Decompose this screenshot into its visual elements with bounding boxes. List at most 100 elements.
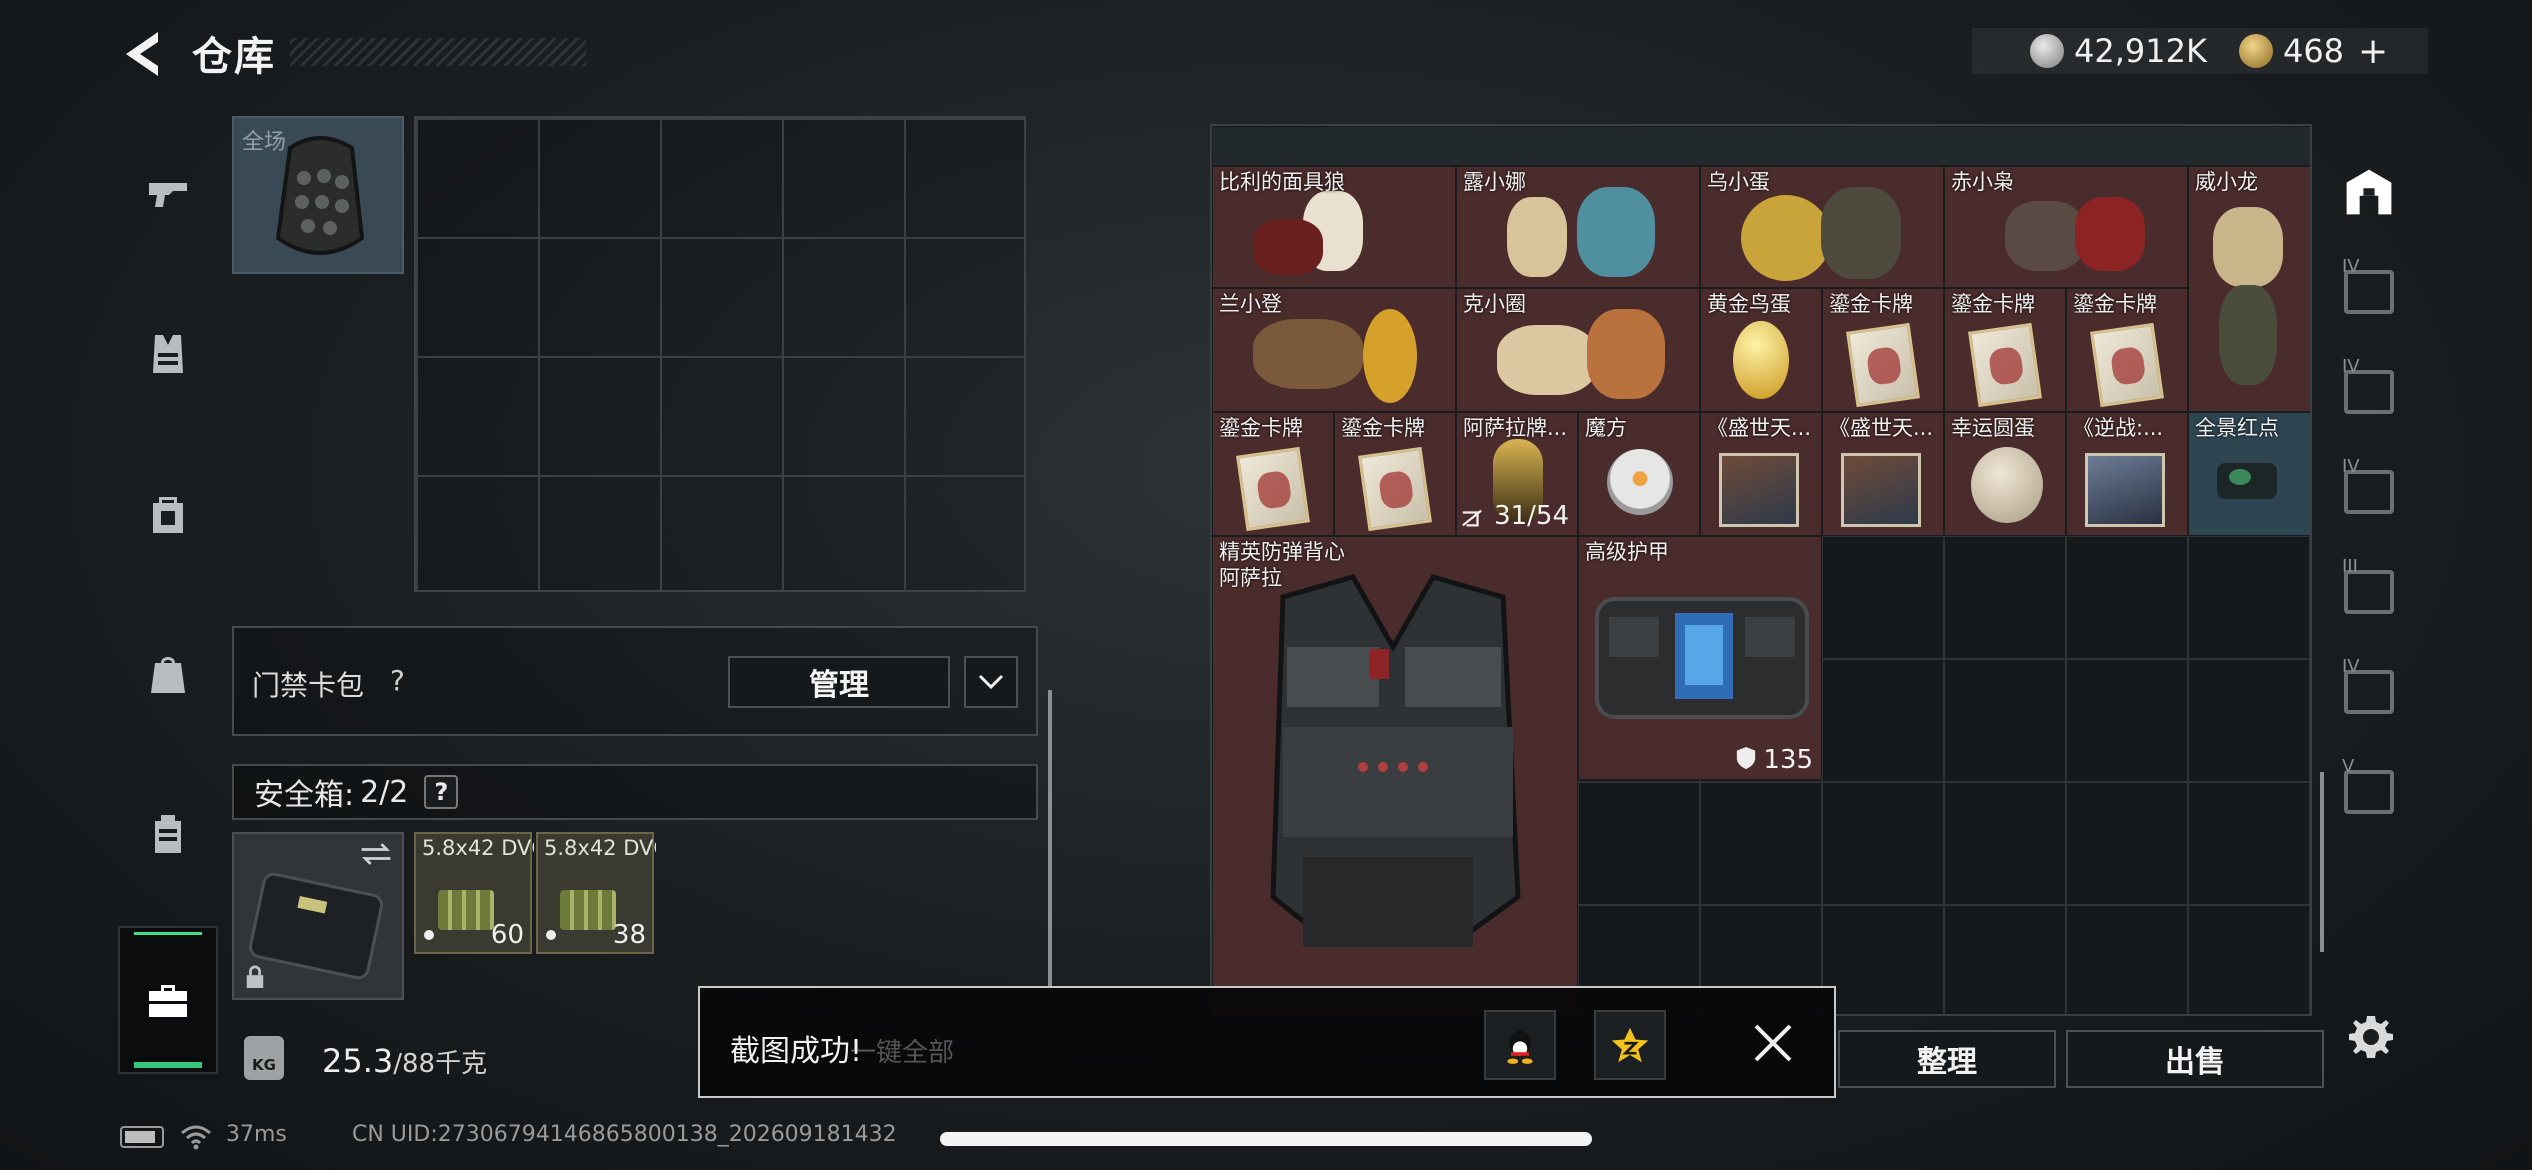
item-gilded-card[interactable]: 鎏金卡牌	[1334, 412, 1456, 536]
item-golden-egg[interactable]: 黄金鸟蛋	[1700, 288, 1822, 412]
ammo-slot-2[interactable]: 5.8x42 DVC12+P 38	[536, 832, 656, 954]
item-name: 《盛世天...	[1707, 416, 1812, 440]
item-lucky-egg[interactable]: 幸运圆蛋	[1944, 412, 2066, 536]
nav-toolbox[interactable]	[118, 926, 218, 1074]
item-elite-vest[interactable]: 精英防弹背心 阿萨拉	[1212, 536, 1578, 1014]
backpack-grid[interactable]	[414, 116, 1026, 592]
item-wu-xiaodan[interactable]: 乌小蛋	[1700, 166, 1944, 288]
nav-chest-rig[interactable]	[118, 274, 218, 434]
item-shengshi-1[interactable]: 《盛世天...	[1700, 412, 1822, 536]
item-rubik-cube[interactable]: 魔方	[1578, 412, 1700, 536]
backpack-icon	[153, 497, 183, 533]
lens-icon	[2229, 469, 2251, 485]
item-name: 乌小蛋	[1707, 170, 1770, 194]
warehouse-scrollbar[interactable]	[2320, 772, 2324, 952]
item-name: 精英防弹背心	[1219, 540, 1345, 564]
item-wei-xiaolong[interactable]: 威小龙	[2188, 166, 2310, 412]
left-nav	[118, 114, 218, 1084]
home-indicator[interactable]	[940, 1132, 1592, 1146]
item-name: 赤小枭	[1951, 170, 2014, 194]
sell-button[interactable]: 出售	[2066, 1030, 2324, 1088]
egg-figure-icon	[1741, 195, 1831, 281]
wifi-icon	[181, 1125, 211, 1150]
nav-backpack[interactable]	[118, 434, 218, 594]
weight-max: /88千克	[393, 1049, 488, 1079]
weight-current: 25.3	[322, 1042, 394, 1080]
card-icon	[2090, 322, 2164, 408]
item-lu-xiaona[interactable]: 露小娜	[1456, 166, 1700, 288]
item-asara-badge[interactable]: 阿萨拉牌... 31/54	[1456, 412, 1578, 536]
left-scrollbar[interactable]	[1048, 690, 1052, 990]
side-tab-2[interactable]: IV	[2330, 342, 2408, 442]
item-name: 鎏金卡牌	[2073, 292, 2157, 316]
item-panoramic-red-dot[interactable]: 全景红点	[2188, 412, 2310, 536]
side-tab-4[interactable]: III	[2330, 542, 2408, 642]
armor-bag-icon	[1595, 597, 1809, 719]
vest-icon	[153, 335, 183, 373]
item-name: 鎏金卡牌	[1219, 416, 1303, 440]
item-name: 高级护甲	[1585, 540, 1669, 564]
back-button[interactable]	[118, 26, 170, 82]
ammo-slot-1[interactable]: 5.8x42 DVC12+P 60	[414, 832, 534, 954]
figure-head-icon	[1587, 309, 1665, 399]
gear-box-icon	[2344, 570, 2394, 614]
medical-box-icon	[2344, 670, 2394, 714]
item-billy-mask[interactable]: 比利的面具狼	[1212, 166, 1456, 288]
equipped-backpack[interactable]: 全场	[232, 116, 404, 274]
item-lan-xiaodeng[interactable]: 兰小登	[1212, 288, 1456, 412]
item-name: 黄金鸟蛋	[1707, 292, 1791, 316]
currency-silver: 42,912K	[2074, 32, 2207, 70]
manage-button[interactable]: 管理	[728, 656, 950, 708]
side-tab-5[interactable]: IV	[2330, 642, 2408, 742]
warehouse-grid[interactable]: 比利的面具狼 露小娜 乌小蛋 赤小枭 威小龙 兰小登 克小圈 黄金鸟蛋 鎏金卡牌	[1210, 124, 2312, 1016]
share-qq-button[interactable]	[1484, 1010, 1556, 1080]
item-nizhan[interactable]: 《逆战:...	[2066, 412, 2188, 536]
item-gilded-card[interactable]: 鎏金卡牌	[1944, 288, 2066, 412]
share-qzone-button[interactable]	[1594, 1010, 1666, 1080]
nav-case[interactable]	[118, 754, 218, 914]
nav-weapons[interactable]	[118, 114, 218, 274]
item-advanced-armor[interactable]: 高级护甲 135	[1578, 536, 1822, 780]
title-decoration	[290, 38, 586, 66]
poster-icon	[2085, 453, 2165, 527]
poster-icon	[1841, 453, 1921, 527]
side-tab-1[interactable]: IV	[2330, 242, 2408, 342]
gold-coin-icon	[2238, 34, 2273, 68]
card-icon	[1236, 446, 1310, 532]
item-gilded-card[interactable]: 鎏金卡牌	[1212, 412, 1334, 536]
item-chi-xiaoxiao[interactable]: 赤小枭	[1944, 166, 2188, 288]
figure-icon	[1253, 319, 1363, 389]
side-tab-3[interactable]: IV	[2330, 442, 2408, 542]
keycard-expand-button[interactable]	[964, 656, 1018, 708]
currency-gold: 468	[2282, 32, 2345, 70]
qzone-star-icon	[1611, 1027, 1649, 1063]
currency-add-button[interactable]: +	[2358, 31, 2388, 72]
item-gilded-card[interactable]: 鎏金卡牌	[2066, 288, 2188, 412]
pistol-icon	[149, 183, 187, 207]
partial-row	[1212, 126, 2310, 166]
ammo-count: 38	[612, 920, 646, 950]
safe-box-help-button[interactable]: ?	[424, 775, 459, 809]
item-ke-xiaoquan[interactable]: 克小圈	[1456, 288, 1700, 412]
figure-icon	[2005, 201, 2085, 271]
armor-durability: 135	[1763, 745, 1813, 775]
item-name: 鎏金卡牌	[1341, 416, 1425, 440]
item-gilded-card[interactable]: 鎏金卡牌	[1822, 288, 1944, 412]
item-name: 兰小登	[1219, 292, 1282, 316]
item-shengshi-2[interactable]: 《盛世天...	[1822, 412, 1944, 536]
weapon-rack-icon-2	[2344, 470, 2394, 514]
side-tab-0[interactable]	[2330, 142, 2408, 242]
keycard-help-button[interactable]: ?	[390, 664, 405, 697]
side-tab-6[interactable]: V	[2330, 742, 2408, 842]
vehicle-icon	[2344, 770, 2394, 814]
chevron-down-icon	[978, 674, 1004, 690]
silver-coin-icon	[2030, 34, 2064, 68]
safe-box-slot[interactable]	[232, 832, 404, 1000]
item-name: 鎏金卡牌	[1829, 292, 1913, 316]
item-durability: 31/54	[1494, 501, 1569, 531]
toast-background-text: 一键全部	[850, 1038, 955, 1068]
close-icon[interactable]	[1748, 1018, 1798, 1068]
nav-bag[interactable]	[118, 594, 218, 754]
sort-button[interactable]: 整理	[1838, 1030, 2056, 1088]
gear-icon[interactable]	[2344, 1010, 2398, 1064]
